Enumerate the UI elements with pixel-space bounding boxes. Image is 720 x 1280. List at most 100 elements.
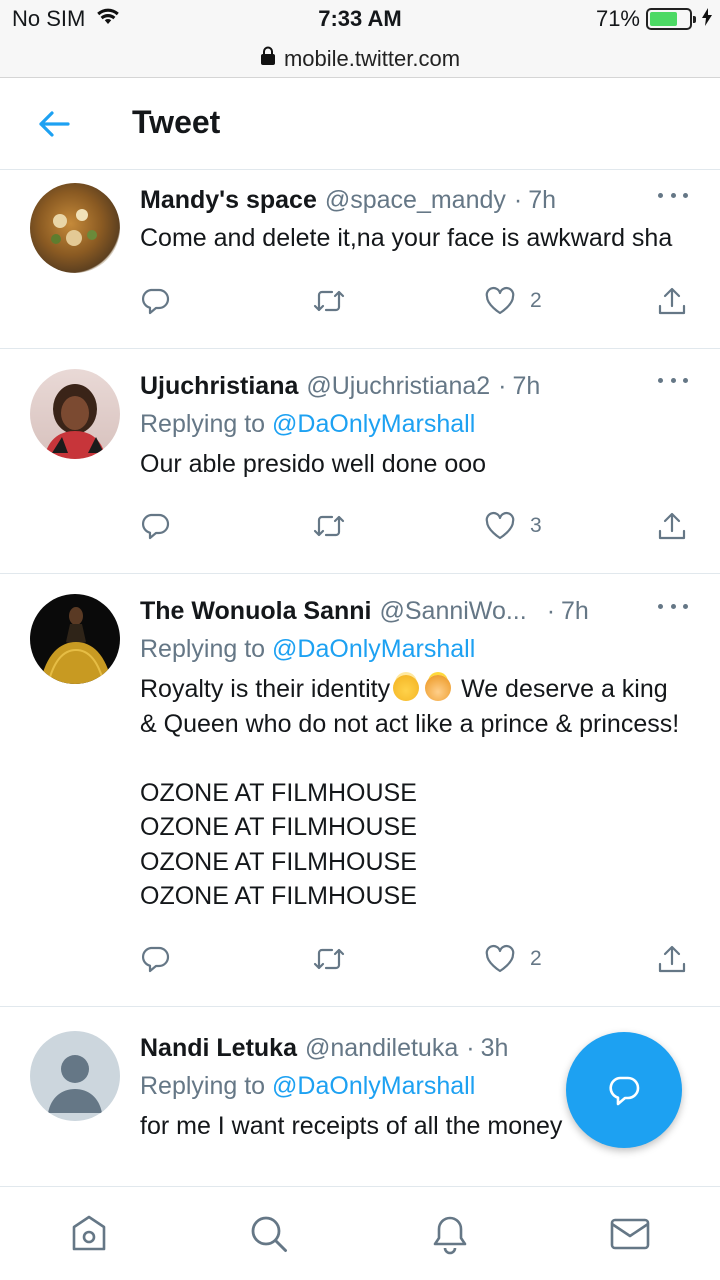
share-button[interactable]: [656, 286, 688, 318]
tweet-text: Our able presido well done ooo: [140, 449, 487, 478]
more-dot-icon: [658, 192, 663, 198]
tweet-time[interactable]: 3h: [481, 1031, 509, 1065]
tweet-actions: 2: [140, 276, 690, 332]
tweet-time[interactable]: 7h: [513, 369, 541, 403]
lock-icon: [260, 46, 276, 72]
replying-to: Replying to @DaOnlyMarshall: [140, 407, 690, 441]
author-name[interactable]: The Wonuola Sanni: [140, 594, 371, 628]
like-button[interactable]: 3: [484, 511, 542, 541]
status-bar: No SIM 7:33 AM 71%: [0, 0, 720, 40]
battery-level: [650, 12, 677, 26]
share-icon: [658, 287, 686, 314]
angel-emoji-icon: [393, 675, 420, 701]
bottom-nav: [0, 1186, 720, 1280]
tweet-item[interactable]: The Wonuola Sanni @SanniWo... · 7h Reply…: [0, 574, 720, 1007]
retweet-button[interactable]: [312, 944, 346, 974]
author-handle[interactable]: @nandiletuka: [305, 1031, 458, 1065]
like-button[interactable]: 2: [484, 286, 542, 316]
replying-to-label: Replying to: [140, 635, 266, 663]
more-dot-icon: [658, 378, 663, 383]
heart-icon: [485, 511, 515, 540]
reply-icon: [141, 946, 170, 972]
share-button[interactable]: [656, 511, 688, 543]
nav-home[interactable]: [66, 1211, 112, 1257]
search-icon: [251, 1216, 287, 1252]
share-icon: [658, 945, 686, 972]
tweet-text-rest: OZONE AT FILMHOUSE OZONE AT FILMHOUSE OZ…: [140, 778, 417, 911]
more-dot-icon: [670, 603, 676, 609]
author-handle[interactable]: @SanniWo...: [379, 594, 526, 628]
more-dot-icon: [670, 192, 676, 198]
retweet-icon: [313, 290, 345, 311]
reply-button[interactable]: [140, 286, 170, 316]
replying-to-label: Replying to: [140, 1071, 266, 1100]
more-dot-icon: [658, 603, 663, 609]
heart-icon: [485, 286, 515, 314]
tweet-item[interactable]: Mandy's space @space_mandy · 7h Come and…: [0, 171, 720, 349]
charging-icon: [702, 6, 712, 32]
retweet-button[interactable]: [312, 511, 346, 541]
more-options-button[interactable]: [658, 371, 688, 391]
separator-dot: ·: [546, 597, 556, 625]
nav-notifications[interactable]: [427, 1211, 473, 1257]
avatar[interactable]: [30, 1030, 120, 1121]
retweet-button[interactable]: [312, 286, 346, 316]
tweet-text-part: Royalty is their identity: [140, 675, 391, 703]
tweet-actions: 2: [140, 934, 690, 990]
compose-reply-button[interactable]: [566, 1032, 682, 1148]
url-bar[interactable]: mobile.twitter.com: [0, 40, 720, 78]
more-options-button[interactable]: [658, 185, 688, 205]
arrow-left-icon: [39, 111, 70, 137]
tweet-actions: 3: [140, 501, 690, 557]
author-name[interactable]: Nandi Letuka: [140, 1031, 297, 1065]
author-name[interactable]: Ujuchristiana: [140, 369, 298, 403]
replying-to-link[interactable]: @DaOnlyMarshall: [272, 1072, 475, 1100]
share-button[interactable]: [656, 944, 688, 976]
avatar[interactable]: [30, 183, 120, 273]
replying-to: Replying to @DaOnlyMarshall: [140, 632, 690, 666]
more-dot-icon: [683, 378, 688, 383]
nav-messages[interactable]: [607, 1211, 653, 1257]
retweet-icon: [313, 948, 345, 969]
tweet-text: Royalty is their identity We deserve a k…: [140, 672, 690, 914]
status-bar-right: 71%: [596, 6, 712, 32]
avatar[interactable]: [30, 368, 120, 459]
more-options-button[interactable]: [658, 596, 688, 616]
author-name[interactable]: Mandy's space: [140, 183, 317, 217]
notifications-icon: [433, 1216, 467, 1255]
tweet-time[interactable]: 7h: [528, 183, 556, 217]
page-title: Tweet: [132, 104, 221, 140]
tweet-text: Come and delete it,na your face is awkwa…: [140, 224, 673, 252]
author-handle[interactable]: @Ujuchristiana2: [306, 369, 490, 403]
reply-button[interactable]: [140, 511, 170, 541]
back-button[interactable]: [30, 106, 78, 142]
battery-icon: [646, 8, 696, 30]
tweet-time[interactable]: 7h: [561, 594, 589, 628]
like-button[interactable]: 2: [484, 944, 542, 974]
share-icon: [658, 512, 686, 540]
more-dot-icon: [683, 603, 688, 609]
tweet-header: The Wonuola Sanni @SanniWo... · 7h: [140, 594, 690, 628]
reply-button[interactable]: [140, 944, 170, 974]
heart-icon: [485, 944, 515, 972]
url-text: mobile.twitter.com: [283, 45, 461, 71]
replying-to-label: Replying to: [140, 409, 266, 438]
nav-search[interactable]: [246, 1211, 292, 1257]
princess-emoji-icon: [425, 675, 452, 701]
messages-icon: [610, 1218, 650, 1250]
avatar[interactable]: [30, 594, 120, 684]
replying-to-link[interactable]: @DaOnlyMarshall: [272, 410, 475, 438]
default-avatar-icon: [48, 1054, 102, 1113]
reply-icon: [141, 513, 170, 540]
tweet-item[interactable]: Ujuchristiana @Ujuchristiana2 · 7h Reply…: [0, 349, 720, 574]
like-count: 3: [530, 514, 542, 537]
replying-to-link[interactable]: @DaOnlyMarshall: [272, 635, 475, 663]
tweet-header: Ujuchristiana @Ujuchristiana2 · 7h: [140, 369, 690, 403]
author-handle[interactable]: @space_mandy: [325, 183, 506, 217]
reply-icon: [609, 1076, 640, 1106]
more-dot-icon: [670, 378, 676, 383]
reply-icon: [141, 288, 170, 314]
separator-dot: ·: [513, 186, 523, 214]
like-count: 2: [530, 288, 542, 312]
page-header: Tweet: [0, 78, 720, 170]
